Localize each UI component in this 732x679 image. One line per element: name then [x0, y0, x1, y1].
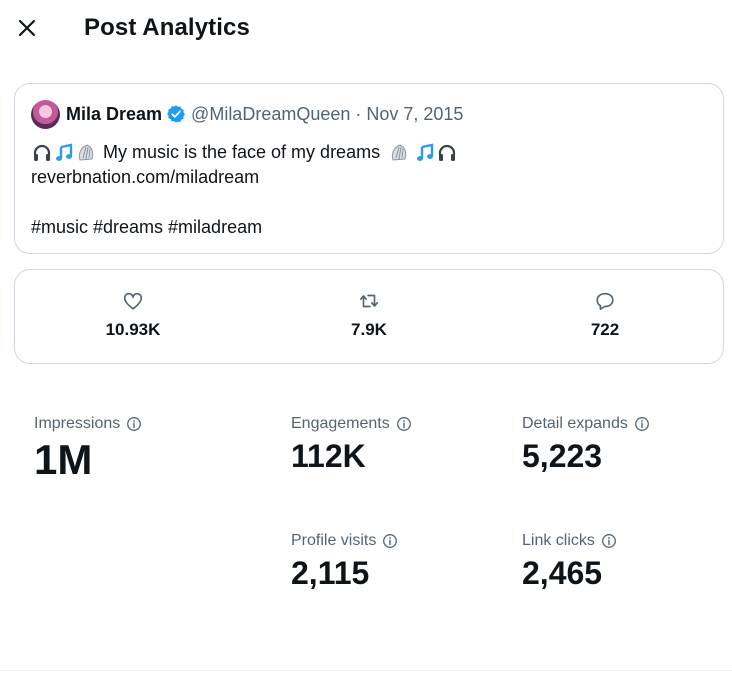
avatar[interactable] [31, 99, 60, 129]
post-text-line: My music is the face of my dreams [31, 140, 458, 165]
info-icon[interactable] [126, 416, 142, 432]
engagements-value: 112K [291, 438, 366, 474]
engagement-metrics-card: 10.93K 7.9K 722 [14, 269, 724, 364]
engagements-label: Engagements [291, 415, 390, 432]
reposts-metric: 7.9K [309, 290, 429, 340]
heart-icon [123, 292, 143, 310]
post-analytics-dialog: Post Analytics Mila Dream @MilaDreamQuee… [0, 0, 732, 679]
headphones-emoji-icon [436, 142, 458, 164]
engagements-stat: Engagements 112K [291, 414, 412, 475]
post-date[interactable]: Nov 7, 2015 [366, 104, 463, 125]
post-body: My music is the face of my dreams reverb… [31, 140, 458, 240]
music-notes-emoji-icon [53, 142, 75, 164]
link-clicks-stat: Link clicks 2,465 [522, 531, 617, 592]
post-text: My music is the face of my dreams [103, 142, 381, 162]
headphones-emoji-icon [31, 142, 53, 164]
close-button[interactable] [12, 13, 42, 43]
impressions-stat: Impressions 1M [34, 414, 142, 484]
reply-icon [596, 292, 614, 311]
shell-emoji-icon [75, 142, 97, 164]
info-icon[interactable] [396, 416, 412, 432]
post-preview-card[interactable]: Mila Dream @MilaDreamQueen · Nov 7, 2015 [14, 83, 724, 254]
post-hashtags[interactable]: #music #dreams #miladream [31, 215, 458, 240]
likes-metric: 10.93K [73, 290, 193, 340]
author-row: Mila Dream @MilaDreamQueen · Nov 7, 2015 [31, 99, 463, 129]
link-clicks-value: 2,465 [522, 555, 603, 591]
repost-icon [359, 294, 379, 308]
profile-visits-label: Profile visits [291, 532, 377, 549]
replies-count: 722 [590, 320, 620, 339]
close-icon [18, 19, 36, 37]
info-icon[interactable] [382, 533, 398, 549]
music-notes-emoji-icon [414, 142, 436, 164]
post-link-line: reverbnation.com/miladream [31, 165, 458, 190]
impressions-value: 1M [34, 436, 93, 483]
bottom-divider [0, 670, 732, 671]
shell-emoji-icon [388, 142, 410, 164]
profile-visits-stat: Profile visits 2,115 [291, 531, 398, 592]
profile-visits-value: 2,115 [291, 555, 370, 591]
post-link[interactable]: reverbnation.com/miladream [31, 165, 259, 190]
replies-metric: 722 [545, 290, 665, 340]
detail-expands-value: 5,223 [522, 438, 603, 474]
reposts-count: 7.9K [351, 320, 387, 339]
info-icon[interactable] [634, 416, 650, 432]
link-clicks-label: Link clicks [522, 532, 595, 549]
page-title: Post Analytics [84, 14, 250, 41]
separator-dot: · [355, 103, 362, 124]
author-name[interactable]: Mila Dream [66, 104, 162, 125]
likes-count: 10.93K [105, 320, 161, 339]
detail-expands-stat: Detail expands 5,223 [522, 414, 650, 475]
info-icon[interactable] [601, 533, 617, 549]
impressions-label: Impressions [34, 415, 121, 432]
verified-badge-icon [167, 105, 185, 123]
header: Post Analytics [0, 0, 732, 58]
author-handle[interactable]: @MilaDreamQueen [191, 104, 350, 125]
detail-expands-label: Detail expands [522, 415, 628, 432]
